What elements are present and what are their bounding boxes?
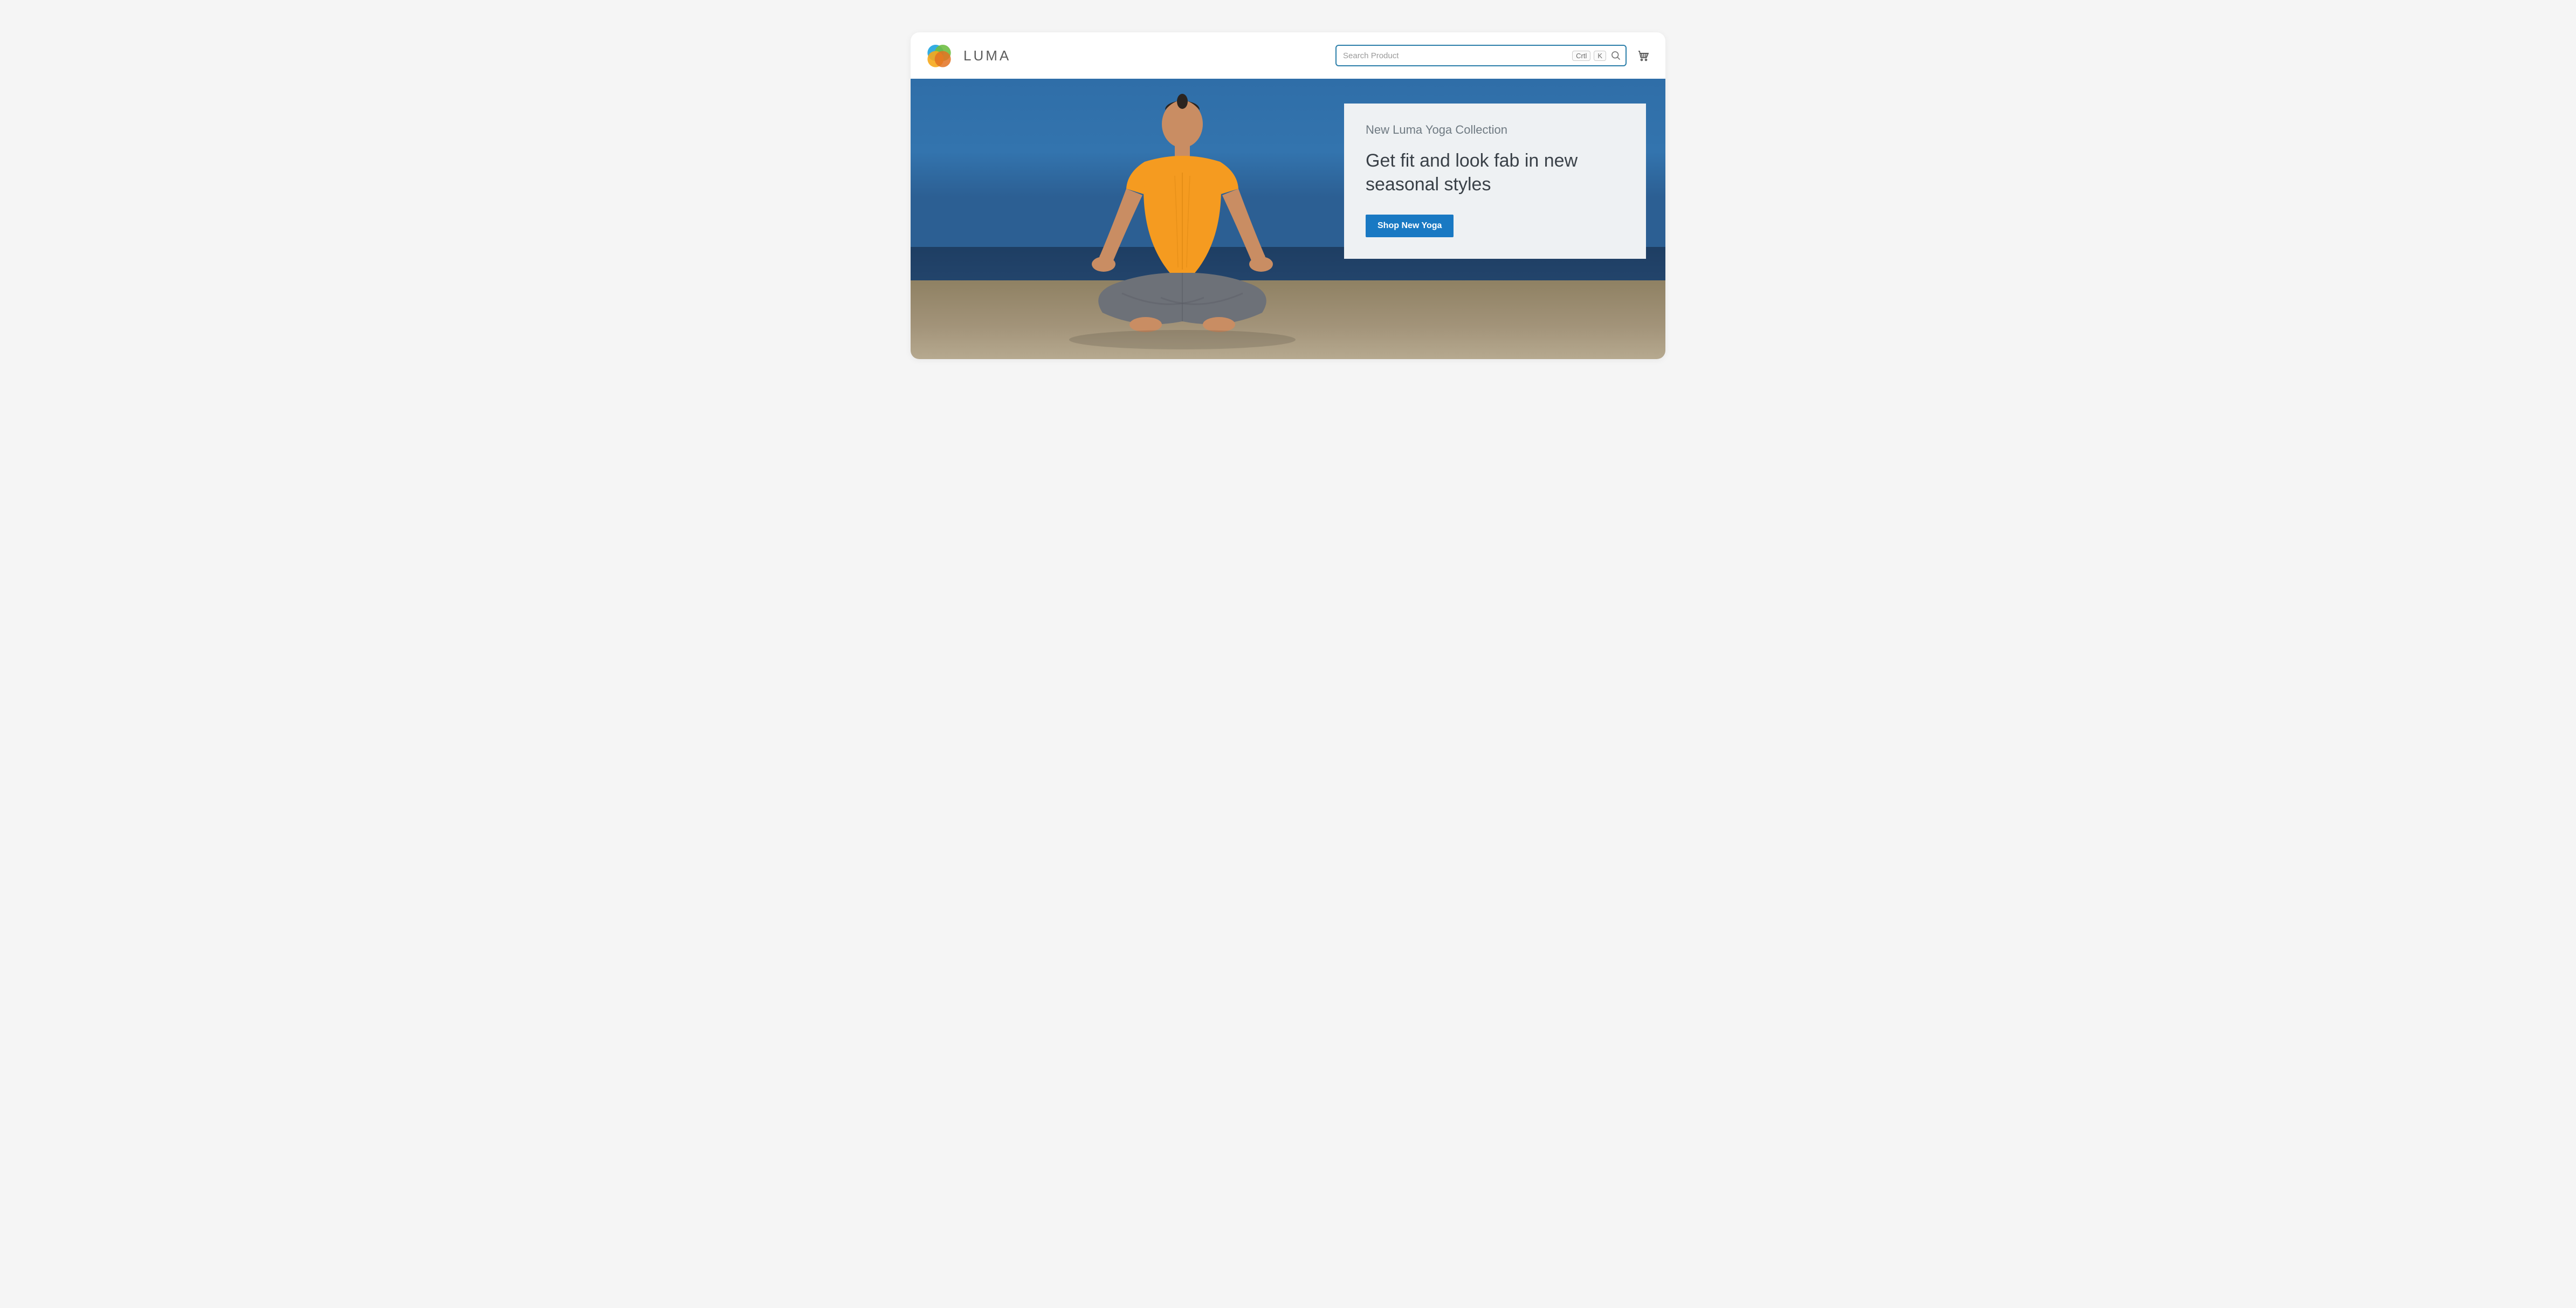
hero-eyebrow: New Luma Yoga Collection — [1366, 123, 1624, 137]
search-input[interactable] — [1343, 51, 1569, 60]
brand-name: LUMA — [963, 47, 1011, 64]
search-icon[interactable] — [1610, 50, 1621, 61]
page-card: LUMA Crtl K — [911, 32, 1665, 359]
hero-headline: Get fit and look fab in new seasonal sty… — [1366, 149, 1624, 196]
hero-promo-panel: New Luma Yoga Collection Get fit and loo… — [1344, 104, 1646, 259]
cart-icon[interactable] — [1636, 49, 1650, 63]
site-header: LUMA Crtl K — [911, 32, 1665, 79]
shortcut-key: K — [1594, 51, 1606, 61]
luma-logo-icon — [926, 42, 953, 69]
header-right: Crtl K — [1335, 45, 1650, 66]
shortcut-mod-key: Crtl — [1572, 51, 1590, 61]
hero-banner: New Luma Yoga Collection Get fit and loo… — [911, 79, 1665, 359]
search-box[interactable]: Crtl K — [1335, 45, 1627, 66]
hero-figure-icon — [1031, 81, 1333, 350]
shop-new-yoga-button[interactable]: Shop New Yoga — [1366, 215, 1454, 237]
brand[interactable]: LUMA — [926, 42, 1011, 69]
